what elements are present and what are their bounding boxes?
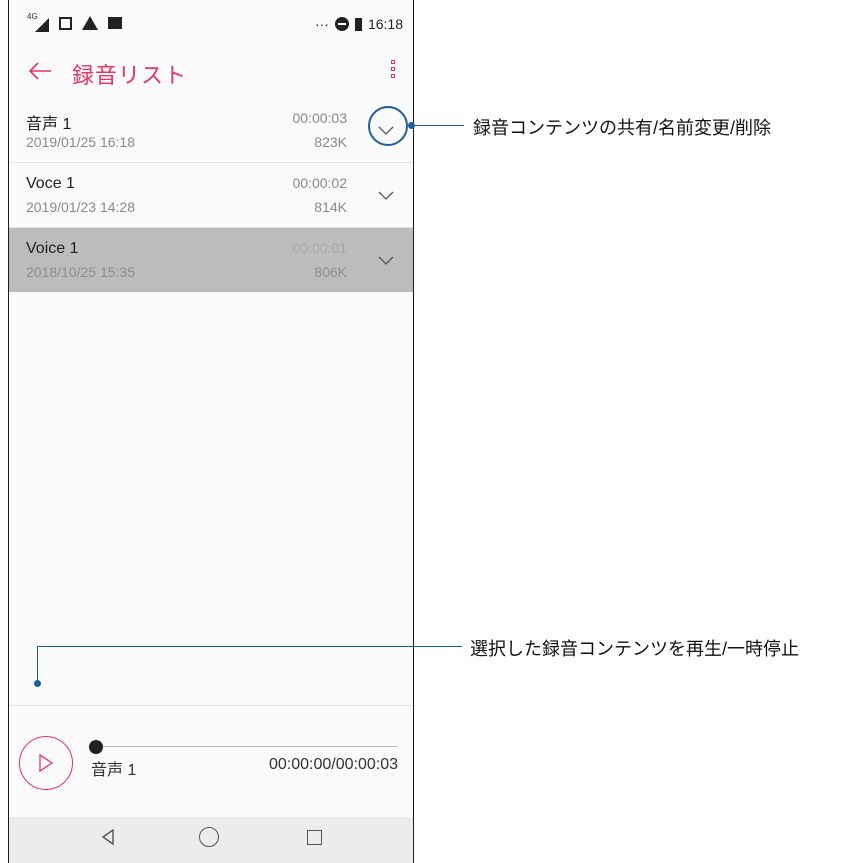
play-icon [39,754,54,772]
overflow-menu-icon[interactable] [389,60,397,84]
callout-dot [34,680,41,687]
chevron-down-icon [378,191,394,200]
chevron-down-icon [378,256,394,265]
recording-name: Voce 1 [26,175,75,192]
signal-icon: 4G [27,12,49,32]
callout-line [37,646,462,647]
more-notifications-icon: ··· [314,16,329,32]
progress-track[interactable] [99,746,397,747]
recording-date: 2019/01/23 14:28 [26,199,135,215]
app-bar: 録音リスト [9,48,413,98]
recording-row[interactable]: Voce 1 2019/01/23 14:28 00:00:02 814K [9,163,413,228]
battery-icon [354,17,362,31]
expand-button[interactable] [369,116,403,146]
system-nav-bar [9,817,413,863]
recording-name: 音声 1 [26,116,72,133]
recording-duration: 00:00:01 [292,240,348,256]
phone-screen: 4G ··· 16:18 録音リスト 音声 1 2019/01/25 16:18… [8,0,414,863]
recording-row-selected[interactable]: Voice 1 2018/10/25 15:35 00:00:01 806K [9,228,413,292]
clock: 16:18 [367,16,403,32]
expand-button[interactable] [369,181,403,211]
recording-name: Voice 1 [26,240,79,257]
recording-duration: 00:00:02 [292,175,348,191]
back-arrow-icon[interactable] [27,58,53,84]
player-time: 00:00:00/00:00:03 [268,756,398,773]
recording-date: 2019/01/25 16:18 [26,134,135,150]
status-icons-left: 4G [27,12,122,32]
chevron-down-icon [378,126,394,135]
notes-icon [59,16,72,30]
player-bar: 音声 1 00:00:00/00:00:03 [9,705,413,818]
expand-button[interactable] [369,246,403,276]
recording-row[interactable]: 音声 1 2019/01/25 16:18 00:00:03 823K [9,98,413,163]
callout-line [37,646,38,681]
recording-size: 823K [314,134,347,150]
warning-icon [82,16,98,30]
nav-recents-icon[interactable] [307,830,322,845]
recording-list: 音声 1 2019/01/25 16:18 00:00:03 823K Voce… [9,98,413,292]
progress-thumb[interactable] [89,740,103,754]
image-icon [108,17,122,29]
nav-home-icon[interactable] [199,827,219,847]
play-button[interactable] [19,736,73,790]
status-bar: 4G ··· 16:18 [9,0,413,48]
do-not-disturb-icon [334,17,349,31]
player-track-name: 音声 1 [91,762,137,779]
recording-size: 814K [314,199,347,215]
page-title: 録音リスト [72,63,188,88]
callout-expand-label: 録音コンテンツの共有/名前変更/削除 [473,118,772,138]
nav-back-icon[interactable] [101,829,115,845]
recording-duration: 00:00:03 [292,110,348,126]
status-icons-right: ··· 16:18 [315,16,403,32]
recording-size: 806K [314,264,347,280]
callout-play-label: 選択した録音コンテンツを再生/一時停止 [470,639,799,659]
recording-date: 2018/10/25 15:35 [26,264,135,280]
callout-line [414,125,464,126]
